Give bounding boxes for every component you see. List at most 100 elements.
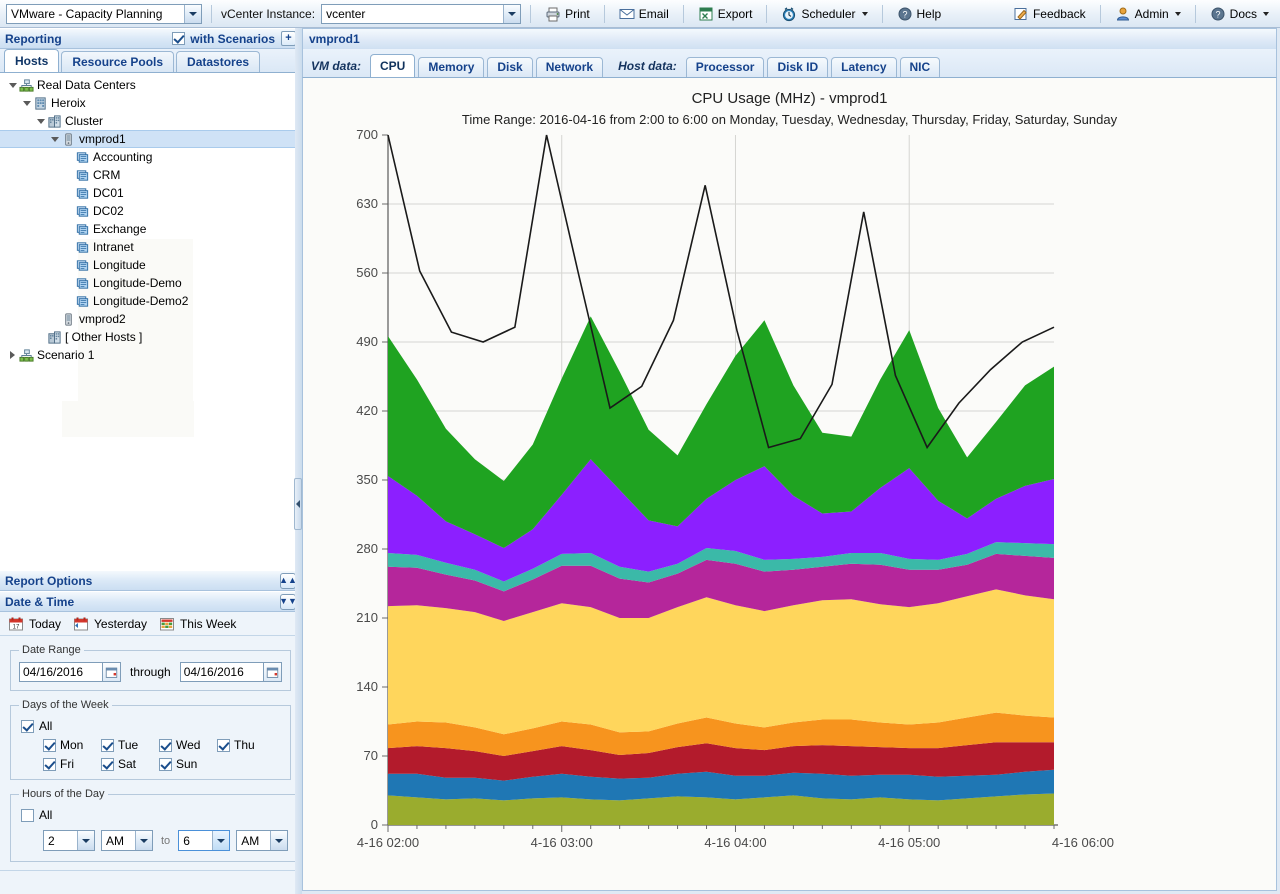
tree-node-accounting[interactable]: Accounting [0,148,301,166]
tree-node-scenario-1[interactable]: Scenario 1 [0,346,301,364]
tree-twisty-icon[interactable] [48,130,61,148]
report-options-header[interactable]: Report Options ▲▲ [0,570,301,591]
day-checkbox-sun[interactable]: Sun [159,757,213,771]
tree-node-label: vmprod2 [79,312,126,326]
tree-node-other-hosts[interactable]: [ Other Hosts ] [0,328,301,346]
tab-processor[interactable]: Processor [685,57,765,77]
docs-button[interactable]: ? Docs [1205,4,1274,24]
hours-all-checkbox[interactable] [21,808,34,822]
yesterday-button[interactable]: Yesterday [73,616,147,632]
tab-latency[interactable]: Latency [831,57,897,77]
tree-node-vmprod2[interactable]: vmprod2 [0,310,301,328]
vcenter-select-value: vcenter [326,6,366,21]
divider [603,4,605,23]
day-checkbox-thu[interactable]: Thu [217,738,271,752]
from-ampm-select[interactable]: AM [101,830,153,851]
calendar-picker-icon[interactable] [263,662,282,682]
help-button[interactable]: ? Help [892,4,947,24]
tree-node-label: Longitude-Demo2 [93,294,189,308]
tab-disk-id[interactable]: Disk ID [767,57,829,77]
calendar-picker-icon[interactable] [103,662,121,682]
checkbox-mon[interactable] [43,738,56,752]
day-checkbox-mon[interactable]: Mon [43,738,97,752]
checkbox-sat[interactable] [101,757,114,771]
tree-node-label: Accounting [93,150,153,164]
checkbox-thu[interactable] [217,738,230,752]
panel-collapse-handle[interactable] [294,478,302,530]
export-button[interactable]: Export [693,4,758,24]
main-tabs: VM data: CPU Memory Disk Network Host da… [302,49,1277,78]
tab-disk[interactable]: Disk [487,57,533,77]
tree-twisty-icon[interactable] [6,346,19,364]
envelope-icon [619,6,635,22]
with-scenarios-label: with Scenarios [190,31,275,46]
tab-network[interactable]: Network [535,57,604,77]
tree-node-longitude[interactable]: Longitude [0,256,301,274]
expand-down-icon[interactable]: ▼▼ [279,593,297,610]
collapse-up-icon[interactable]: ▲▲ [279,572,297,589]
tree-node-label: DC01 [93,186,124,200]
email-button[interactable]: Email [614,4,674,24]
tree-node-vmprod1[interactable]: vmprod1 [0,130,301,148]
svg-text:630: 630 [356,196,378,211]
day-checkbox-wed[interactable]: Wed [159,738,213,752]
tree-node-exchange[interactable]: Exchange [0,220,301,238]
day-label-wed: Wed [176,738,201,752]
tab-nic[interactable]: NIC [899,57,941,77]
tab-datastores[interactable]: Datastores [176,51,261,72]
scheduler-button[interactable]: Scheduler [776,4,872,24]
checkbox-fri[interactable] [43,757,56,771]
date-from-input[interactable]: 04/16/2016 [19,662,103,682]
checkbox-wed[interactable] [159,738,172,752]
svg-text:0: 0 [371,817,378,832]
tree-node-cluster[interactable]: Cluster [0,112,301,130]
tree-node-intranet[interactable]: Intranet [0,238,301,256]
tree-node-dc02[interactable]: DC02 [0,202,301,220]
tree-node-heroix[interactable]: Heroix [0,94,301,112]
tree-node-longitude-demo2[interactable]: Longitude-Demo2 [0,292,301,310]
tab-cpu[interactable]: CPU [370,54,416,77]
feedback-button[interactable]: Feedback [1008,4,1091,24]
today-button[interactable]: 17 Today [8,616,61,632]
chevron-down-icon [77,831,94,850]
panel-splitter[interactable] [295,28,302,894]
calendar-today-icon: 17 [8,616,24,632]
day-checkbox-tue[interactable]: Tue [101,738,155,752]
tree-twisty-icon[interactable] [6,76,19,94]
day-checkbox-sat[interactable]: Sat [101,757,155,771]
svg-text:?: ? [1215,9,1220,19]
to-ampm-select[interactable]: AM [236,830,289,851]
svg-text:4-16 02:00: 4-16 02:00 [357,835,419,850]
tree-node-crm[interactable]: CRM [0,166,301,184]
with-scenarios-checkbox[interactable] [172,32,186,45]
tree-node-real-data-centers[interactable]: Real Data Centers [0,76,301,94]
app-select[interactable]: VMware - Capacity Planning [6,3,202,24]
tree-node-dc01[interactable]: DC01 [0,184,301,202]
date-to-input[interactable]: 04/16/2016 [179,662,264,682]
add-report-button[interactable]: + [281,31,296,46]
to-hour-select[interactable]: 6 [178,830,231,851]
days-all-checkbox[interactable] [21,719,34,733]
date-time-header[interactable]: Date & Time ▼▼ [0,591,301,612]
user-icon [1115,6,1131,22]
tree-twisty-icon[interactable] [20,94,33,112]
chevron-down-icon[interactable] [184,4,201,23]
host-tree[interactable]: Real Data Centers Heroix Cluster vmprod1 Acc… [0,73,301,570]
from-hour-select[interactable]: 2 [43,830,95,851]
admin-button[interactable]: Admin [1110,4,1186,24]
tab-resource-pools[interactable]: Resource Pools [61,51,175,72]
chevron-down-icon[interactable] [503,4,521,23]
reporting-title: Reporting [5,31,62,46]
tree-node-longitude-demo[interactable]: Longitude-Demo [0,274,301,292]
checkbox-tue[interactable] [101,738,114,752]
tab-memory[interactable]: Memory [418,57,485,77]
checkbox-sun[interactable] [159,757,172,771]
tab-hosts[interactable]: Hosts [4,49,60,72]
print-button[interactable]: Print [540,4,595,24]
day-label-sat: Sat [118,757,137,771]
tree-twisty-icon[interactable] [34,112,47,130]
vcenter-select[interactable]: vcenter [321,3,522,24]
this-week-button[interactable]: This Week [159,616,236,632]
day-checkbox-fri[interactable]: Fri [43,757,97,771]
